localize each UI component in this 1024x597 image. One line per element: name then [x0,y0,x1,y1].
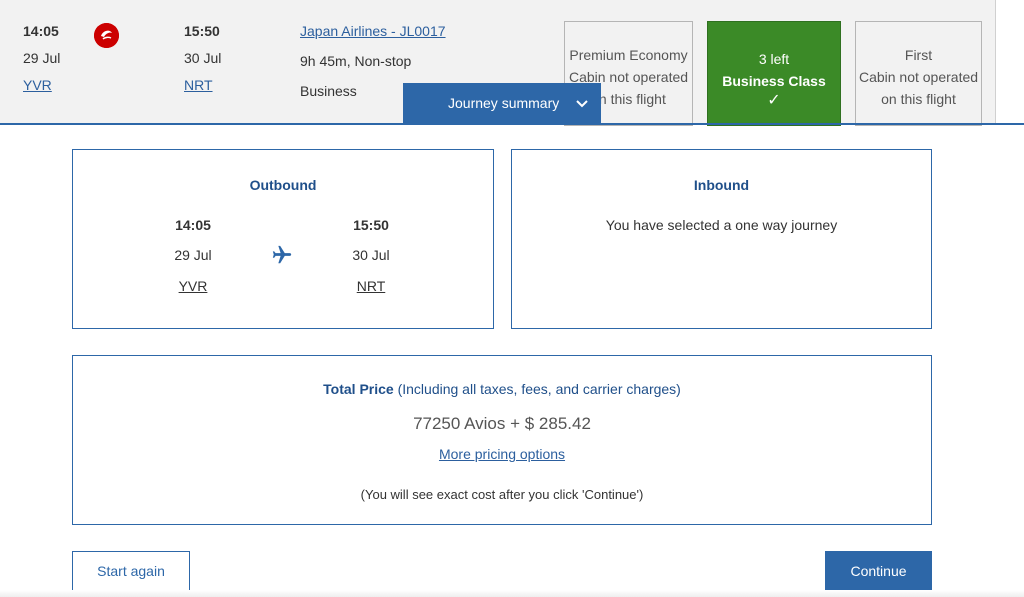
total-price-qualifier: (Including all taxes, fees, and carrier … [393,381,681,397]
journey-summary-toggle[interactable]: Journey summary [403,83,601,124]
total-price-heading: Total Price [323,381,394,397]
flight-cabin: Business [300,83,357,99]
depart-time: 14:05 [23,23,59,39]
outbound-arrive-airport-link[interactable]: NRT [341,278,401,294]
cabin-business-selected[interactable]: 3 left Business Class ✓ [707,21,841,126]
cabin-name: Premium Economy [569,47,688,63]
more-pricing-options-link[interactable]: More pricing options [439,446,565,462]
arrive-date: 30 Jul [184,50,222,66]
cabin-status-detail: on this flight [881,91,956,107]
price-note: (You will see exact cost after you click… [360,487,644,502]
cabin-name: Business Class [722,73,826,89]
page-bottom-edge [0,590,1024,597]
total-price-panel: Total Price (Including all taxes, fees, … [72,355,932,525]
arrive-time: 15:50 [184,23,220,39]
cabin-status: Cabin not operated [858,69,979,85]
depart-airport-link[interactable]: YVR [23,77,52,93]
total-price-value: 77250 Avios + $ 285.42 [413,414,591,433]
arrive-airport-link[interactable]: NRT [184,77,213,93]
total-price-label: Total Price (Including all taxes, fees, … [73,381,931,397]
summary-divider [0,123,1024,125]
checkmark-icon: ✓ [767,92,781,109]
outbound-depart-date: 29 Jul [174,247,212,263]
outbound-arrive-date: 30 Jul [352,247,390,263]
seats-left: 3 left [758,51,790,67]
cabin-name: First [904,47,933,63]
depart-date: 29 Jul [23,50,61,66]
outbound-depart-airport-link[interactable]: YVR [163,278,223,294]
outbound-summary: Outbound 14:05 29 Jul YVR 15:50 30 Jul N… [72,149,494,329]
continue-button[interactable]: Continue [825,551,932,592]
inbound-title: Inbound [693,177,750,193]
start-again-button[interactable]: Start again [72,551,190,592]
chevron-down-icon [575,96,589,113]
airplane-icon [271,244,293,271]
journey-summary-label: Journey summary [448,95,560,111]
inbound-message: You have selected a one way journey [605,217,838,233]
flight-duration: 9h 45m, Non-stop [300,53,412,69]
outbound-arrive-time: 15:50 [353,217,389,233]
outbound-depart-time: 14:05 [175,217,211,233]
inbound-summary: Inbound You have selected a one way jour… [511,149,932,329]
airline-flight-link[interactable]: Japan Airlines - JL0017 [300,23,446,39]
outbound-title: Outbound [249,177,317,193]
cabin-first: First Cabin not operated on this flight [855,21,982,126]
jal-crane-logo-icon [94,23,119,48]
